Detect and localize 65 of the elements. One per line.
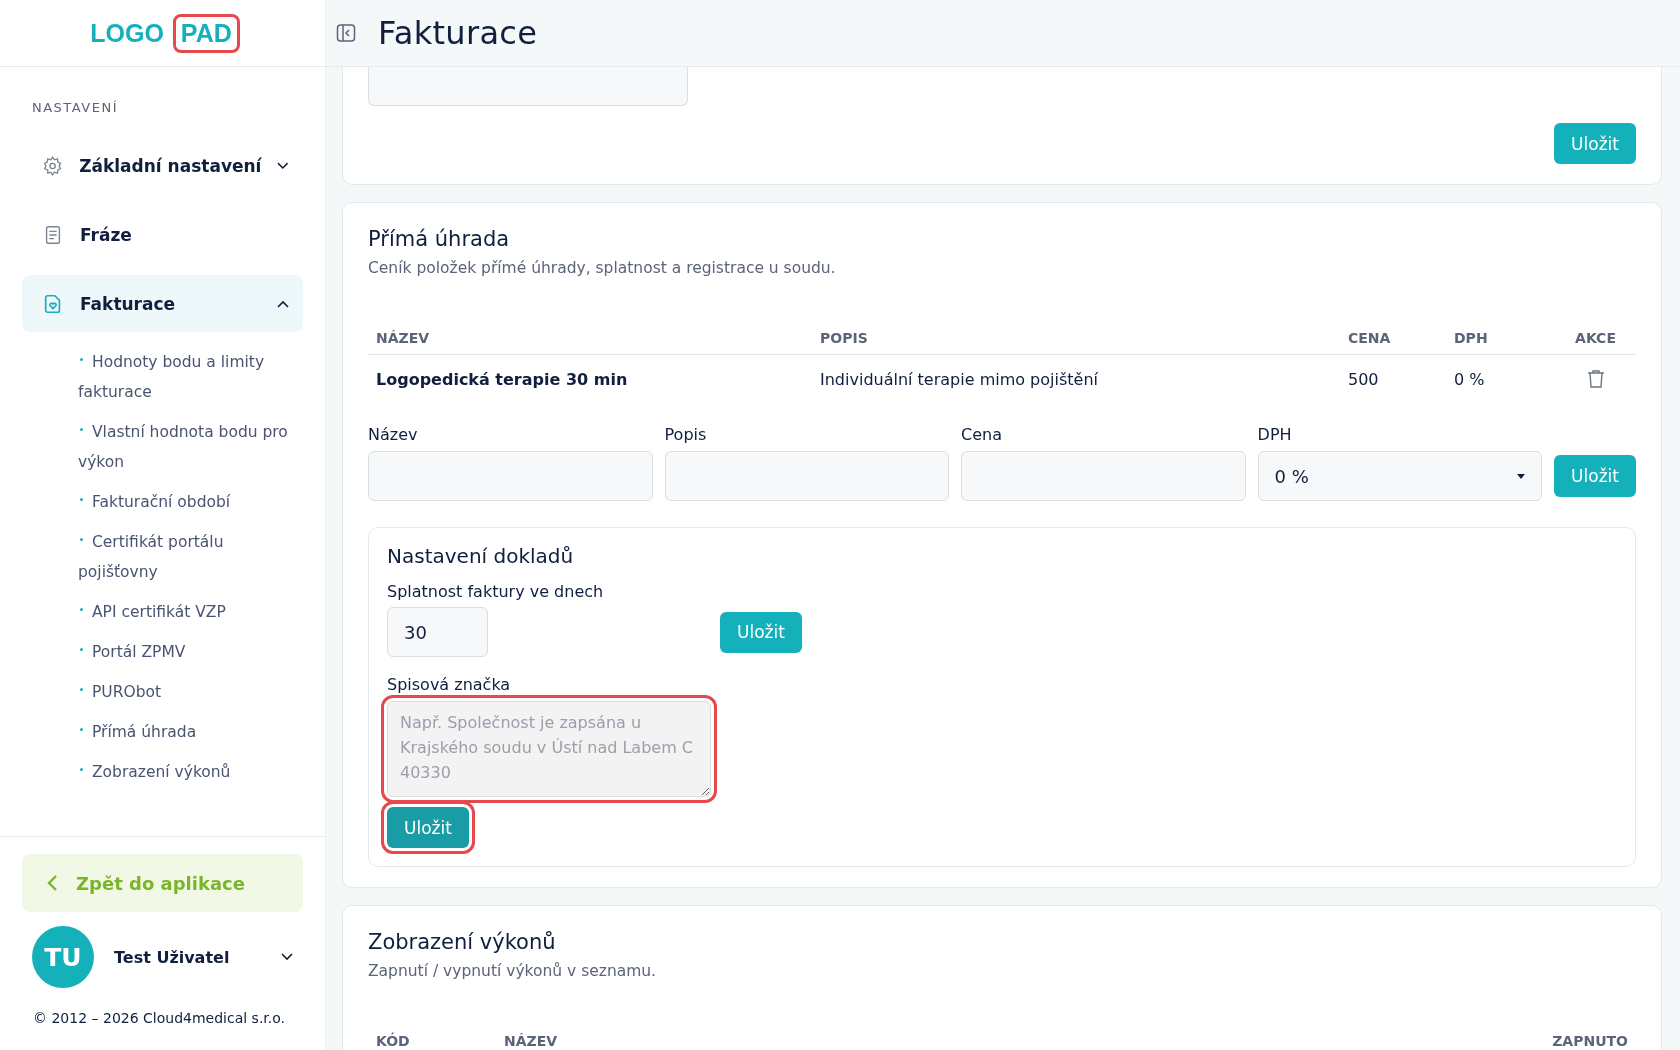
gear-icon [42, 154, 64, 177]
logo-text: PAD [172, 13, 240, 53]
section-heading: NASTAVENÍ [31, 99, 120, 115]
column-header: AKCE [1574, 329, 1617, 346]
field-label: Popis [664, 425, 708, 444]
field-label: Spisová značka [387, 675, 512, 694]
trash-icon[interactable] [1586, 369, 1605, 389]
panel-title: Nastavení dokladů [387, 544, 575, 568]
field-label: Splatnost faktury ve dnech [387, 582, 605, 601]
input-field[interactable] [664, 451, 950, 501]
input-field[interactable] [368, 67, 688, 106]
chevron-down-icon [281, 953, 293, 961]
column-header: KÓD [376, 1032, 411, 1049]
table-cell-text: Logopedická terapie 30 min [376, 369, 629, 389]
user-name[interactable]: Test Uživatel [114, 947, 261, 967]
caret-icon [1517, 473, 1526, 479]
sidebar-toggle-icon[interactable] [336, 23, 356, 43]
nav-subitem[interactable]: Přímá úhrada [78, 717, 303, 747]
nav-subitem[interactable]: Zobrazení výkonů [78, 757, 303, 787]
table-cell-text: 500 [1348, 369, 1380, 389]
field-label: Cena [961, 425, 1003, 444]
nav-subitem[interactable]: Certifikát portálu pojišťovny [78, 527, 303, 587]
bullet-icon [80, 538, 83, 541]
bullet-icon [80, 608, 83, 611]
bullet-icon [80, 498, 83, 501]
nav-item[interactable]: Fráze [22, 206, 303, 263]
logo-text: LOGO [89, 17, 165, 49]
column-header: DPH [1454, 329, 1489, 346]
column-header: POPIS [820, 329, 869, 346]
nav-subitem[interactable]: Vlastní hodnota bodu pro výkon [78, 417, 303, 477]
chevron-down-icon [277, 161, 289, 170]
bullet-icon [80, 728, 83, 731]
bullet-icon [80, 648, 83, 651]
table-cell-text: Individuální terapie mimo pojištění [820, 369, 1099, 389]
select-field[interactable]: 0 % [1257, 451, 1543, 501]
bullet-icon [80, 768, 83, 771]
nav-subitem[interactable]: PURObot [78, 677, 303, 707]
column-header: ZAPNUTO [1552, 1032, 1628, 1049]
nav-subitem[interactable]: Portál ZPMV [78, 637, 303, 667]
input-field[interactable] [961, 451, 1246, 501]
page-title: Fakturace [378, 14, 538, 52]
card-subtitle: Ceník položek přímé úhrady, splatnost a registrace u soudu. [368, 259, 837, 277]
input-field[interactable] [368, 451, 653, 501]
input-field[interactable]: 30 [387, 607, 488, 657]
chevron-left-icon [46, 874, 58, 892]
nav-item[interactable]: Fakturace [22, 275, 303, 332]
column-header: NÁZEV [504, 1032, 559, 1049]
chevron-up-icon [277, 299, 289, 308]
column-header: CENA [1348, 329, 1392, 346]
bullet-icon [80, 358, 83, 361]
card-subtitle: Zapnutí / vypnutí výkonů v seznamu. [368, 962, 658, 980]
copyright-text: © 2012 – 2026 Cloud4medical s.r.o. [32, 1009, 287, 1028]
card-title: Zobrazení výkonů [368, 930, 557, 954]
column-header: NÁZEV [376, 329, 431, 346]
bullet-icon [80, 688, 83, 691]
bullet-icon [80, 428, 83, 431]
nav-subitem[interactable]: API certifikát VZP [78, 597, 303, 627]
nav-subitem[interactable]: Fakturační období [78, 487, 303, 517]
field-label: Název [368, 425, 419, 444]
card-title: Přímá úhrada [368, 227, 511, 251]
user-avatar: TU [32, 926, 94, 988]
table-cell-text: 0 % [1454, 369, 1486, 389]
field-label: DPH [1257, 425, 1293, 444]
nav-subitem[interactable]: Hodnoty bodu a limity fakturace [78, 347, 303, 407]
nav-item[interactable]: Základní nastavení [22, 137, 303, 194]
